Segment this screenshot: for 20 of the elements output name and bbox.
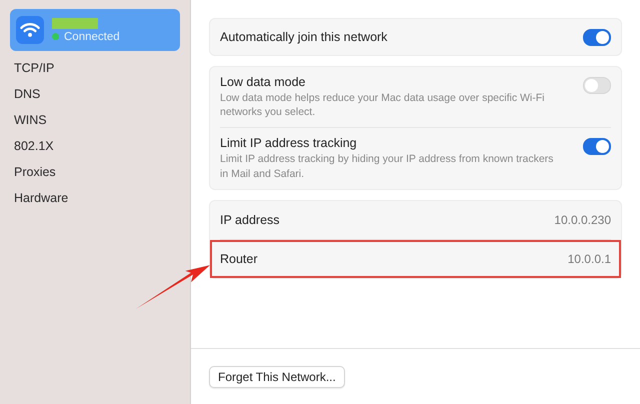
info-label: Router	[220, 252, 258, 266]
toggle-switch[interactable]	[583, 29, 611, 46]
forget-network-button[interactable]: Forget This Network...	[209, 366, 345, 388]
toggle-switch[interactable]	[583, 138, 611, 156]
sidebar-item[interactable]: 802.1X	[10, 133, 180, 159]
connection-status: Connected	[64, 30, 120, 42]
wifi-icon	[16, 16, 44, 44]
info-value: 10.0.0.230	[554, 212, 611, 227]
setting-description: Limit IP address tracking by hiding your IP address from known trackers in Mail and Safari.	[220, 152, 554, 181]
info-value: 10.0.0.1	[568, 252, 611, 266]
sidebar-item[interactable]: TCP/IP	[10, 55, 180, 81]
sidebar-item[interactable]: WINS	[10, 107, 180, 133]
sidebar-item[interactable]: DNS	[10, 81, 180, 107]
sidebar-item[interactable]: Proxies	[10, 159, 180, 185]
setting-description: Low data mode helps reduce your Mac data usage over specific Wi-Fi networks you select.	[220, 91, 546, 120]
info-label: IP address	[220, 212, 280, 227]
setting-label: Limit IP address tracking	[220, 136, 358, 150]
setting-label: Low data mode	[220, 75, 306, 89]
sidebar-item[interactable]: Hardware	[10, 185, 180, 211]
setting-label: Automatically join this network	[220, 30, 388, 44]
